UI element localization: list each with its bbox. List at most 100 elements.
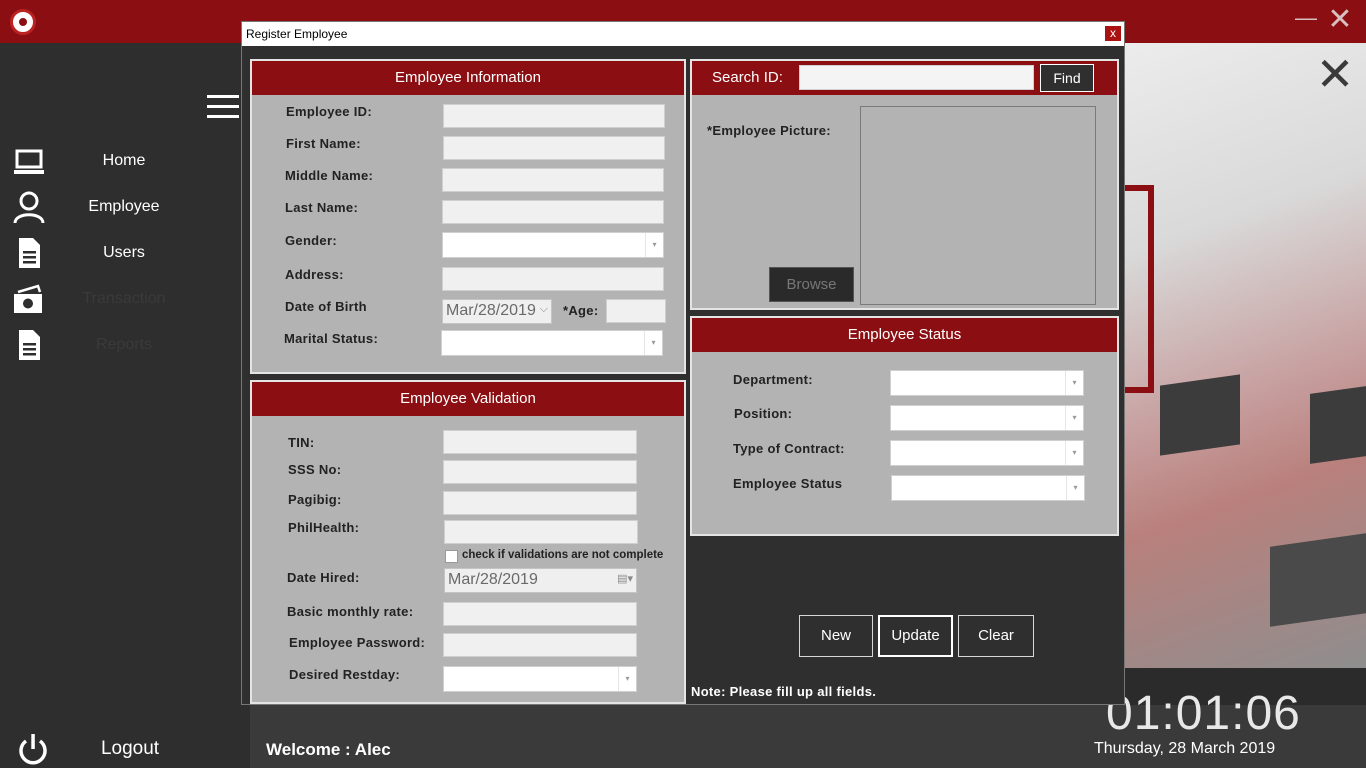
employee-status-label: Employee Status bbox=[733, 476, 843, 491]
password-label: Employee Password: bbox=[289, 635, 426, 650]
position-select[interactable]: ▾ bbox=[890, 405, 1084, 431]
browse-button[interactable]: Browse bbox=[769, 267, 854, 302]
sidebar-item-reports: Reports bbox=[0, 326, 250, 366]
tin-input[interactable] bbox=[443, 430, 637, 454]
department-label: Department: bbox=[733, 372, 813, 387]
background-frame bbox=[1124, 185, 1154, 393]
checkbox-label: check if validations are not complete bbox=[462, 549, 664, 561]
clear-button[interactable]: Clear bbox=[958, 615, 1034, 657]
date-text: Thursday, 28 March 2019 bbox=[1094, 740, 1276, 757]
department-select[interactable]: ▾ bbox=[890, 370, 1084, 396]
logout-button[interactable]: Logout bbox=[0, 730, 250, 768]
date-of-birth-value: Mar/28/2019 bbox=[446, 302, 536, 319]
employee-id-label: Employee ID: bbox=[286, 104, 372, 119]
date-hired-picker[interactable]: Mar/28/2019 ▤▾ bbox=[444, 568, 637, 593]
sidebar-item-label: Home bbox=[102, 152, 146, 169]
employee-picture-label: *Employee Picture: bbox=[707, 123, 831, 138]
sidebar-item-employee[interactable]: Employee bbox=[0, 188, 250, 228]
position-label: Position: bbox=[734, 406, 793, 421]
clock: 01:01:06 bbox=[1106, 687, 1301, 740]
first-name-input[interactable] bbox=[443, 136, 665, 160]
date-of-birth-picker[interactable]: Mar/28/2019 ⌵ bbox=[442, 299, 552, 324]
date-hired-value: Mar/28/2019 bbox=[448, 571, 538, 588]
search-id-input[interactable] bbox=[799, 65, 1034, 90]
sss-input[interactable] bbox=[443, 460, 637, 484]
address-label: Address: bbox=[285, 267, 344, 282]
company-logo bbox=[10, 9, 36, 35]
basic-rate-input[interactable] bbox=[443, 602, 637, 626]
sidebar-item-home[interactable]: Home bbox=[0, 142, 250, 182]
validation-incomplete-checkbox[interactable] bbox=[445, 550, 458, 563]
contract-type-label: Type of Contract: bbox=[733, 441, 845, 456]
basic-rate-label: Basic monthly rate: bbox=[287, 604, 414, 619]
middle-name-input[interactable] bbox=[442, 168, 664, 192]
panel-header: Employee Status bbox=[692, 318, 1117, 352]
background-photo-detail bbox=[1270, 533, 1366, 627]
pagibig-label: Pagibig: bbox=[288, 492, 342, 507]
hamburger-menu-icon[interactable] bbox=[207, 95, 239, 119]
date-of-birth-label: Date of Birth bbox=[285, 299, 367, 314]
dialog-title: Register Employee bbox=[246, 27, 348, 41]
address-input[interactable] bbox=[442, 267, 664, 291]
gender-label: Gender: bbox=[285, 233, 337, 248]
restday-select[interactable]: ▾ bbox=[443, 666, 637, 692]
close-icon[interactable]: ✕ bbox=[1326, 5, 1354, 35]
user-icon bbox=[13, 191, 45, 224]
sidebar-item-transaction: Transaction bbox=[0, 280, 250, 320]
marital-status-label: Marital Status: bbox=[284, 331, 379, 346]
employee-validation-panel: Employee Validation TIN: SSS No: Pagibig… bbox=[250, 380, 686, 704]
panel-header: Employee Validation bbox=[252, 382, 684, 416]
age-input[interactable] bbox=[606, 299, 666, 323]
logout-label: Logout bbox=[100, 738, 160, 759]
first-name-label: First Name: bbox=[286, 136, 361, 151]
calendar-icon: ▤▾ bbox=[617, 573, 633, 585]
marital-status-select[interactable]: ▾ bbox=[441, 330, 663, 356]
chevron-down-icon: ▾ bbox=[644, 331, 662, 355]
philhealth-input[interactable] bbox=[444, 520, 638, 544]
employee-id-input[interactable] bbox=[443, 104, 665, 128]
chevron-down-icon: ▾ bbox=[618, 667, 636, 691]
password-input[interactable] bbox=[443, 633, 637, 657]
note-text: Note: Please fill up all fields. bbox=[691, 684, 877, 699]
background-photo-detail bbox=[1160, 374, 1240, 456]
date-hired-label: Date Hired: bbox=[287, 570, 360, 585]
sidebar-item-label: Reports bbox=[95, 336, 153, 353]
chevron-down-icon: ▾ bbox=[1066, 476, 1084, 500]
panel-header: Employee Information bbox=[252, 61, 684, 95]
sidebar-item-users[interactable]: Users bbox=[0, 234, 250, 274]
new-button[interactable]: New bbox=[799, 615, 873, 657]
welcome-text: Welcome : Alec bbox=[266, 740, 391, 759]
sss-label: SSS No: bbox=[288, 462, 342, 477]
contract-type-select[interactable]: ▾ bbox=[890, 440, 1084, 466]
sidebar-item-label: Employee bbox=[88, 198, 160, 215]
document-icon bbox=[19, 238, 40, 268]
power-icon bbox=[19, 734, 47, 765]
last-name-label: Last Name: bbox=[285, 200, 359, 215]
restday-label: Desired Restday: bbox=[289, 667, 401, 682]
cash-icon bbox=[14, 284, 42, 313]
sidebar-item-label: Transaction bbox=[82, 290, 166, 307]
dialog-title-bar: Register Employee x bbox=[242, 22, 1124, 46]
search-picture-panel: Search ID: Find *Employee Picture: Brows… bbox=[690, 59, 1119, 310]
middle-name-label: Middle Name: bbox=[285, 168, 374, 183]
employee-status-select[interactable]: ▾ bbox=[891, 475, 1085, 501]
chevron-down-icon: ▾ bbox=[1065, 406, 1083, 430]
update-button[interactable]: Update bbox=[878, 615, 953, 657]
philhealth-label: PhilHealth: bbox=[288, 520, 360, 535]
gender-select[interactable]: ▾ bbox=[442, 232, 664, 258]
employee-status-panel: Employee Status Department: ▾ Position: … bbox=[690, 316, 1119, 536]
report-icon bbox=[19, 330, 40, 360]
find-button[interactable]: Find bbox=[1040, 64, 1094, 92]
close-icon[interactable]: ✕ bbox=[1315, 51, 1355, 97]
last-name-input[interactable] bbox=[442, 200, 664, 224]
chevron-down-icon: ▾ bbox=[645, 233, 663, 257]
chevron-down-icon: ▾ bbox=[1065, 441, 1083, 465]
background-photo-detail bbox=[1310, 386, 1366, 464]
minimize-icon[interactable]: — bbox=[1294, 7, 1318, 32]
sidebar-item-label: Users bbox=[103, 244, 145, 261]
dialog-close-button[interactable]: x bbox=[1104, 25, 1122, 42]
pagibig-input[interactable] bbox=[443, 491, 637, 515]
tin-label: TIN: bbox=[288, 435, 315, 450]
chevron-down-icon: ⌵ bbox=[539, 303, 548, 315]
employee-information-panel: Employee Information Employee ID: First … bbox=[250, 59, 686, 374]
